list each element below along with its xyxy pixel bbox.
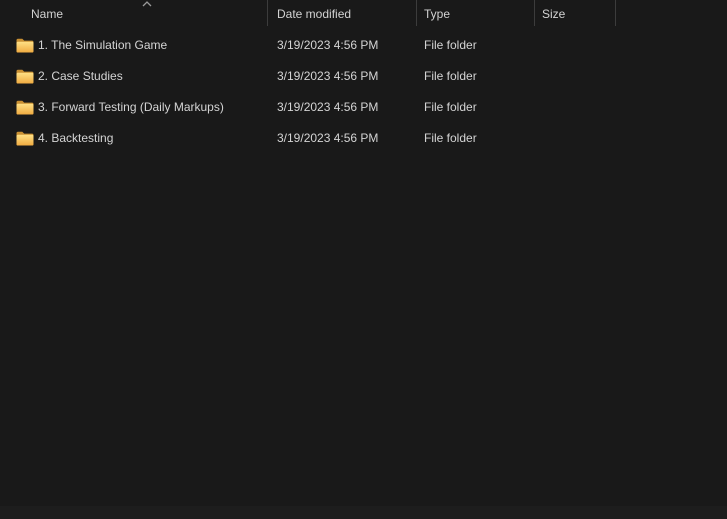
- file-type: File folder: [424, 92, 477, 123]
- column-resize-handle[interactable]: [416, 0, 417, 26]
- table-row[interactable]: 2. Case Studies 3/19/2023 4:56 PM File f…: [0, 61, 727, 92]
- folder-icon: [16, 38, 34, 53]
- folder-icon: [16, 131, 34, 146]
- file-name: 4. Backtesting: [38, 123, 113, 154]
- file-date-modified: 3/19/2023 4:56 PM: [277, 92, 378, 123]
- file-type: File folder: [424, 61, 477, 92]
- column-resize-handle[interactable]: [534, 0, 535, 26]
- status-bar: [0, 506, 727, 519]
- file-date-modified: 3/19/2023 4:56 PM: [277, 30, 378, 61]
- file-name: 1. The Simulation Game: [38, 30, 167, 61]
- folder-icon: [16, 100, 34, 115]
- file-type: File folder: [424, 123, 477, 154]
- column-header-row: Name Date modified Type Size: [0, 0, 727, 28]
- column-header-type[interactable]: Type: [424, 6, 450, 22]
- file-date-modified: 3/19/2023 4:56 PM: [277, 61, 378, 92]
- file-name: 3. Forward Testing (Daily Markups): [38, 92, 224, 123]
- table-row[interactable]: 4. Backtesting 3/19/2023 4:56 PM File fo…: [0, 123, 727, 154]
- file-type: File folder: [424, 30, 477, 61]
- file-date-modified: 3/19/2023 4:56 PM: [277, 123, 378, 154]
- column-header-date-modified[interactable]: Date modified: [277, 6, 351, 22]
- file-name: 2. Case Studies: [38, 61, 123, 92]
- file-explorer-list-view: Name Date modified Type Size 1. The Simu…: [0, 0, 727, 519]
- column-resize-handle[interactable]: [267, 0, 268, 26]
- table-row[interactable]: 3. Forward Testing (Daily Markups) 3/19/…: [0, 92, 727, 123]
- table-row[interactable]: 1. The Simulation Game 3/19/2023 4:56 PM…: [0, 30, 727, 61]
- column-header-name[interactable]: Name: [31, 6, 63, 22]
- folder-icon: [16, 69, 34, 84]
- column-header-size[interactable]: Size: [542, 6, 565, 22]
- column-resize-handle[interactable]: [615, 0, 616, 26]
- sort-ascending-chevron-icon: [141, 0, 153, 8]
- file-rows: 1. The Simulation Game 3/19/2023 4:56 PM…: [0, 30, 727, 154]
